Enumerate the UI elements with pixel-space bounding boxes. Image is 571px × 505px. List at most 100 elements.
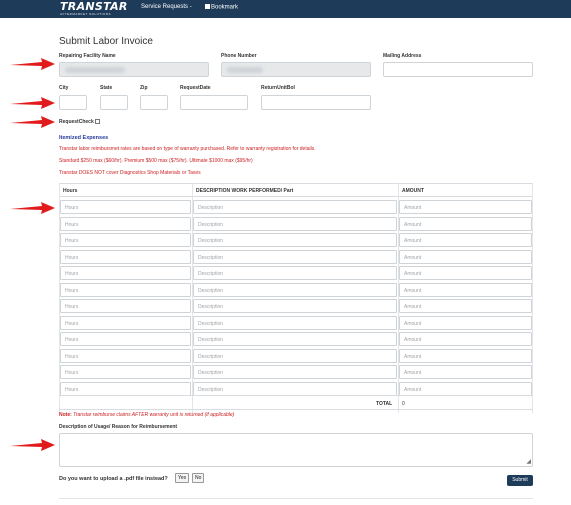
city-input[interactable]: [59, 95, 87, 110]
mailing-address-label: Mailing Address: [383, 53, 422, 59]
table-row: Hours Description Amount: [59, 282, 533, 299]
hours-input[interactable]: Hours: [60, 299, 191, 313]
amount-input[interactable]: Amount: [399, 200, 532, 214]
request-check-checkbox[interactable]: [94, 119, 100, 124]
request-check-label: RequestCheck: [59, 119, 94, 125]
description-input[interactable]: Description: [193, 233, 397, 247]
usage-description-textarea[interactable]: ◢: [59, 433, 533, 467]
hours-input[interactable]: Hours: [60, 233, 191, 247]
header-description: DESCRIPTION WORK PERFORMED/ Part: [196, 188, 294, 194]
table-header: Hours DESCRIPTION WORK PERFORMED/ Part A…: [59, 183, 533, 197]
description-input[interactable]: Description: [193, 249, 397, 264]
table-row: Hours Description Amount: [59, 364, 533, 381]
description-input[interactable]: Description: [193, 315, 397, 330]
total-value: 0: [402, 401, 405, 407]
bookmark-icon: [205, 4, 210, 9]
total-label: TOTAL: [376, 401, 393, 407]
table-row: Hours Description Amount: [59, 298, 533, 315]
phone-number-label: Phone Number: [221, 53, 257, 59]
amount-input[interactable]: Amount: [399, 216, 532, 231]
annotation-arrow-icon: [10, 97, 55, 109]
note-label: Note:: [59, 412, 72, 418]
amount-input[interactable]: Amount: [399, 365, 532, 379]
resize-handle-icon[interactable]: ◢: [526, 459, 531, 465]
amount-input[interactable]: Amount: [399, 348, 532, 363]
city-label: City: [59, 85, 69, 91]
nav-service-requests-dropdown[interactable]: Service Requests -: [141, 4, 192, 10]
table-row: Hours Description Amount: [59, 331, 533, 348]
hours-input[interactable]: Hours: [60, 348, 191, 363]
table-row: Hours Description Amount: [59, 265, 533, 282]
annotation-arrow-icon: [10, 116, 55, 128]
repairing-facility-input[interactable]: [59, 62, 209, 77]
amount-input[interactable]: Amount: [399, 233, 532, 247]
hours-input[interactable]: Hours: [60, 365, 191, 379]
transtar-logo[interactable]: TRANSTAR AFTERMARKET SOLUTIONS: [60, 1, 128, 17]
return-unit-bol-label: ReturnUnitBol: [261, 85, 295, 91]
logo-brand: TRANSTAR: [60, 0, 128, 13]
footer-divider: [59, 498, 533, 499]
amount-input[interactable]: Amount: [399, 332, 532, 346]
upload-pdf-question: Do you want to upload a .pdf file instea…: [59, 476, 168, 482]
annotation-arrow-icon: [10, 58, 55, 70]
hours-input[interactable]: Hours: [60, 216, 191, 231]
header-hours: Hours: [63, 188, 78, 194]
request-check-row: RequestCheck: [59, 119, 100, 125]
hours-input[interactable]: Hours: [60, 332, 191, 346]
redacted-value: [65, 67, 125, 73]
description-input[interactable]: Description: [193, 282, 397, 297]
upload-yes-button[interactable]: Yes: [175, 473, 190, 483]
amount-input[interactable]: Amount: [399, 299, 532, 313]
request-date-label: RequestDate: [180, 85, 211, 91]
header-amount: AMOUNT: [402, 188, 424, 194]
description-input[interactable]: Description: [193, 216, 397, 231]
hours-input[interactable]: Hours: [60, 381, 191, 396]
total-row: TOTAL 0: [59, 395, 533, 410]
return-unit-bol-input[interactable]: [261, 95, 371, 110]
upload-no-button[interactable]: No: [192, 473, 205, 483]
table-row: Hours Description Amount: [59, 216, 533, 233]
amount-input[interactable]: Amount: [399, 315, 532, 330]
table-row: Hours Description Amount: [59, 232, 533, 249]
table-row: Hours Description Amount: [59, 315, 533, 332]
mailing-address-input[interactable]: [383, 62, 533, 77]
warranty-note: Note: Transtar reimburse claims AFTER wa…: [59, 412, 234, 418]
nav-bookmark[interactable]: Bookmark: [205, 4, 238, 11]
zip-input[interactable]: [140, 95, 168, 110]
itemized-expenses-title: Itemized Expenses: [59, 135, 109, 141]
hours-input[interactable]: Hours: [60, 249, 191, 264]
annotation-arrow-icon: [10, 202, 55, 214]
description-input[interactable]: Description: [193, 381, 397, 396]
description-input[interactable]: Description: [193, 348, 397, 363]
hours-input[interactable]: Hours: [60, 315, 191, 330]
table-row: Hours Description Amount: [59, 199, 533, 216]
description-input[interactable]: Description: [193, 299, 397, 313]
annotation-arrow-icon: [10, 439, 55, 451]
expenses-info-maximums: Standard $250 max ($60/hr). Premium $500…: [59, 158, 253, 164]
amount-input[interactable]: Amount: [399, 381, 532, 396]
expenses-info-rates: Transtar labor reimbursmet rates are bas…: [59, 146, 316, 152]
description-input[interactable]: Description: [193, 200, 397, 214]
expenses-info-exclusions: Transtar DOES NOT cover Diagnostics Shop…: [59, 170, 201, 176]
state-input[interactable]: [100, 95, 128, 110]
usage-description-label: Description of Usage/ Reason for Reimbur…: [59, 424, 178, 430]
amount-input[interactable]: Amount: [399, 249, 532, 264]
zip-label: Zip: [140, 85, 148, 91]
hours-input[interactable]: Hours: [60, 266, 191, 280]
submit-button[interactable]: Submit: [507, 475, 533, 486]
note-text: Transtar reimburse claims AFTER warranty…: [73, 412, 235, 418]
top-navbar: TRANSTAR AFTERMARKET SOLUTIONS Service R…: [0, 0, 571, 18]
description-input[interactable]: Description: [193, 365, 397, 379]
hours-input[interactable]: Hours: [60, 282, 191, 297]
bookmark-label: Bookmark: [211, 4, 239, 11]
hours-input[interactable]: Hours: [60, 200, 191, 214]
table-row: Hours Description Amount: [59, 348, 533, 365]
description-input[interactable]: Description: [193, 266, 397, 280]
phone-number-input[interactable]: [221, 62, 371, 77]
request-date-input[interactable]: [180, 95, 248, 110]
redacted-value: [227, 67, 263, 73]
description-input[interactable]: Description: [193, 332, 397, 346]
page-title: Submit Labor Invoice: [59, 36, 153, 47]
amount-input[interactable]: Amount: [399, 266, 532, 280]
amount-input[interactable]: Amount: [399, 282, 532, 297]
